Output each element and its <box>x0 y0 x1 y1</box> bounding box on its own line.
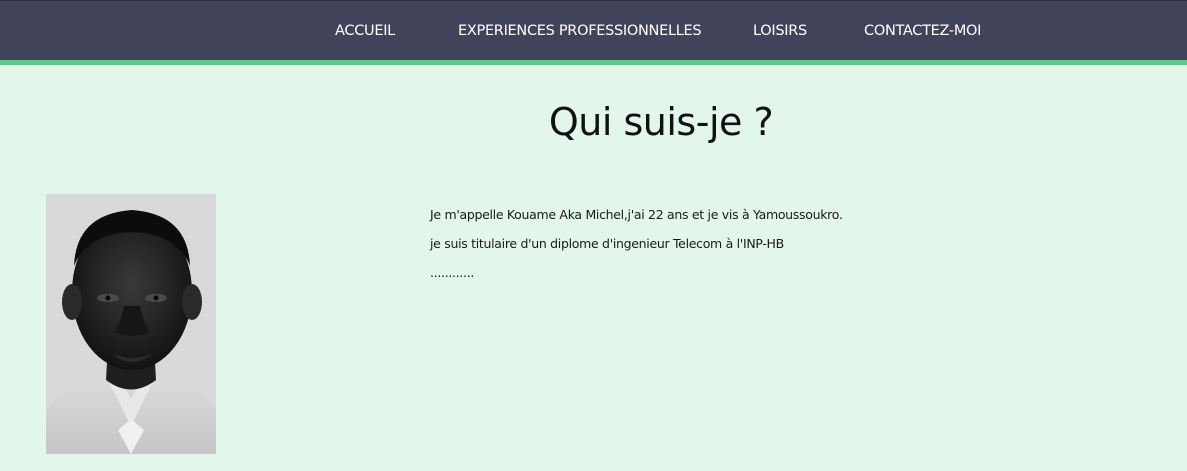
nav-link-experiences-professionnelles[interactable]: EXPERIENCES PROFESSIONNELLES <box>458 1 702 60</box>
bio-line-diploma: je suis titulaire d'un diplome d'ingenie… <box>430 236 784 251</box>
bio-line-ellipsis: ............ <box>430 265 475 280</box>
page-title: Qui suis-je ? <box>548 100 774 144</box>
nav-link-loisirs[interactable]: LOISIRS <box>753 1 807 60</box>
bio-line-intro: Je m'appelle Kouame Aka Michel,j'ai 22 a… <box>430 207 843 222</box>
nav-link-contactez-moi[interactable]: CONTACTEZ-MOI <box>864 1 981 60</box>
bio-text: Je m'appelle Kouame Aka Michel,j'ai 22 a… <box>430 205 1030 292</box>
profile-photo <box>46 194 216 454</box>
nav-link-accueil[interactable]: ACCUEIL <box>335 1 395 60</box>
top-navbar: ACCUEIL EXPERIENCES PROFESSIONNELLES LOI… <box>0 0 1187 65</box>
